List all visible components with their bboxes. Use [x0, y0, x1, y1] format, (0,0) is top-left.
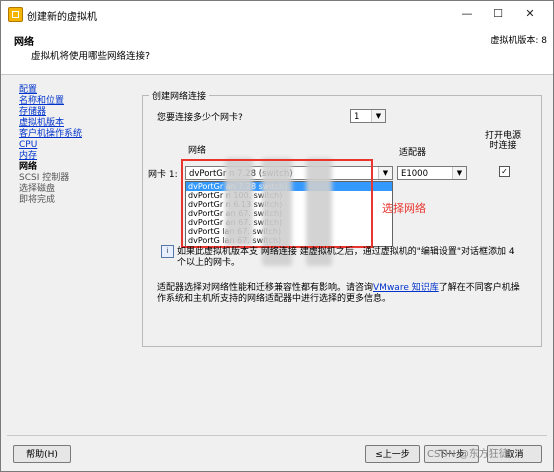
nic-count-select[interactable]: 1 ▼ [350, 109, 386, 123]
vmware-kb-link[interactable]: VMware 知识库 [373, 283, 439, 293]
close-button[interactable]: ✕ [519, 5, 541, 23]
window-title: 创建新的虚拟机 [27, 12, 97, 23]
nic1-adapter-select[interactable]: E1000 ▼ [397, 166, 467, 180]
page-title: 网络 [14, 37, 34, 48]
nic-count-value: 1 [354, 112, 360, 122]
nic1-adapter-value: E1000 [401, 169, 429, 179]
minimize-button[interactable]: — [456, 5, 478, 23]
group-legend: 创建网络连接 [149, 89, 210, 102]
adapter-column-header: 适配器 [399, 148, 427, 158]
title-bar: 创建新的虚拟机 — ☐ ✕ [1, 1, 553, 27]
nav-item-storage[interactable]: 存储器 [19, 107, 129, 118]
back-button[interactable]: ≤上一步 [365, 445, 420, 463]
nav-item-vm-version[interactable]: 虚拟机版本 [19, 118, 129, 129]
annotation-highlight-box [181, 159, 373, 248]
nav-item-network: 网络 [19, 162, 38, 172]
wizard-nav: 配置 名称和位置 存储器 虚拟机版本 客户机操作系统 CPU 内存 网络 SCS… [19, 85, 129, 206]
vm-version-label: 虚拟机版本: 8 [490, 36, 547, 46]
maximize-button[interactable]: ☐ [487, 5, 509, 23]
nic1-label: 网卡 1: [148, 170, 178, 180]
nav-item-memory[interactable]: 内存 [19, 151, 129, 162]
page-subtitle: 虚拟机将使用哪些网络连接? [31, 51, 151, 62]
vm-app-icon [8, 7, 23, 22]
power-on-column-header: 打开电源 时连接 [485, 131, 522, 151]
footer-divider [7, 435, 547, 436]
chevron-down-icon: ▼ [371, 110, 385, 122]
nav-item-scsi: SCSI 控制器 [19, 173, 70, 183]
annotation-label: 选择网络 [382, 202, 426, 215]
connect-at-power-on-checkbox[interactable]: ✓ [499, 166, 510, 177]
wizard-window: 创建新的虚拟机 — ☐ ✕ 网络 虚拟机将使用哪些网络连接? 虚拟机版本: 8 … [0, 0, 554, 472]
watermark: CSDN @东方狂徒 [427, 449, 509, 460]
info-text: 如果此虚拟机版本支 网络连接 建虚拟机之后，通过虚拟机的"编辑设置"对话框添加 … [177, 247, 515, 268]
nic-count-label: 您要连接多少个网卡? [157, 113, 243, 123]
network-column-header: 网络 [188, 146, 207, 156]
nav-item-name-location[interactable]: 名称和位置 [19, 96, 129, 107]
info-icon: i [161, 245, 174, 258]
nav-item-guest-os[interactable]: 客户机操作系统 [19, 129, 129, 140]
nav-item-config[interactable]: 配置 [19, 85, 129, 96]
wizard-header: 网络 虚拟机将使用哪些网络连接? 虚拟机版本: 8 [1, 27, 553, 75]
chevron-down-icon: ▼ [452, 167, 466, 179]
nav-item-ready: 即将完成 [19, 195, 56, 205]
nav-item-select-disk: 选择磁盘 [19, 184, 56, 194]
help-button[interactable]: 帮助(H) [13, 445, 71, 463]
adapter-note-text: 适配器选择对网络性能和迁移兼容性都有影响。请咨询 [157, 283, 374, 293]
adapter-note: 适配器选择对网络性能和迁移兼容性都有影响。请咨询VMware 知识库了解在不同客… [157, 283, 527, 305]
chevron-down-icon: ▼ [378, 167, 392, 179]
nav-item-cpu[interactable]: CPU [19, 140, 129, 151]
